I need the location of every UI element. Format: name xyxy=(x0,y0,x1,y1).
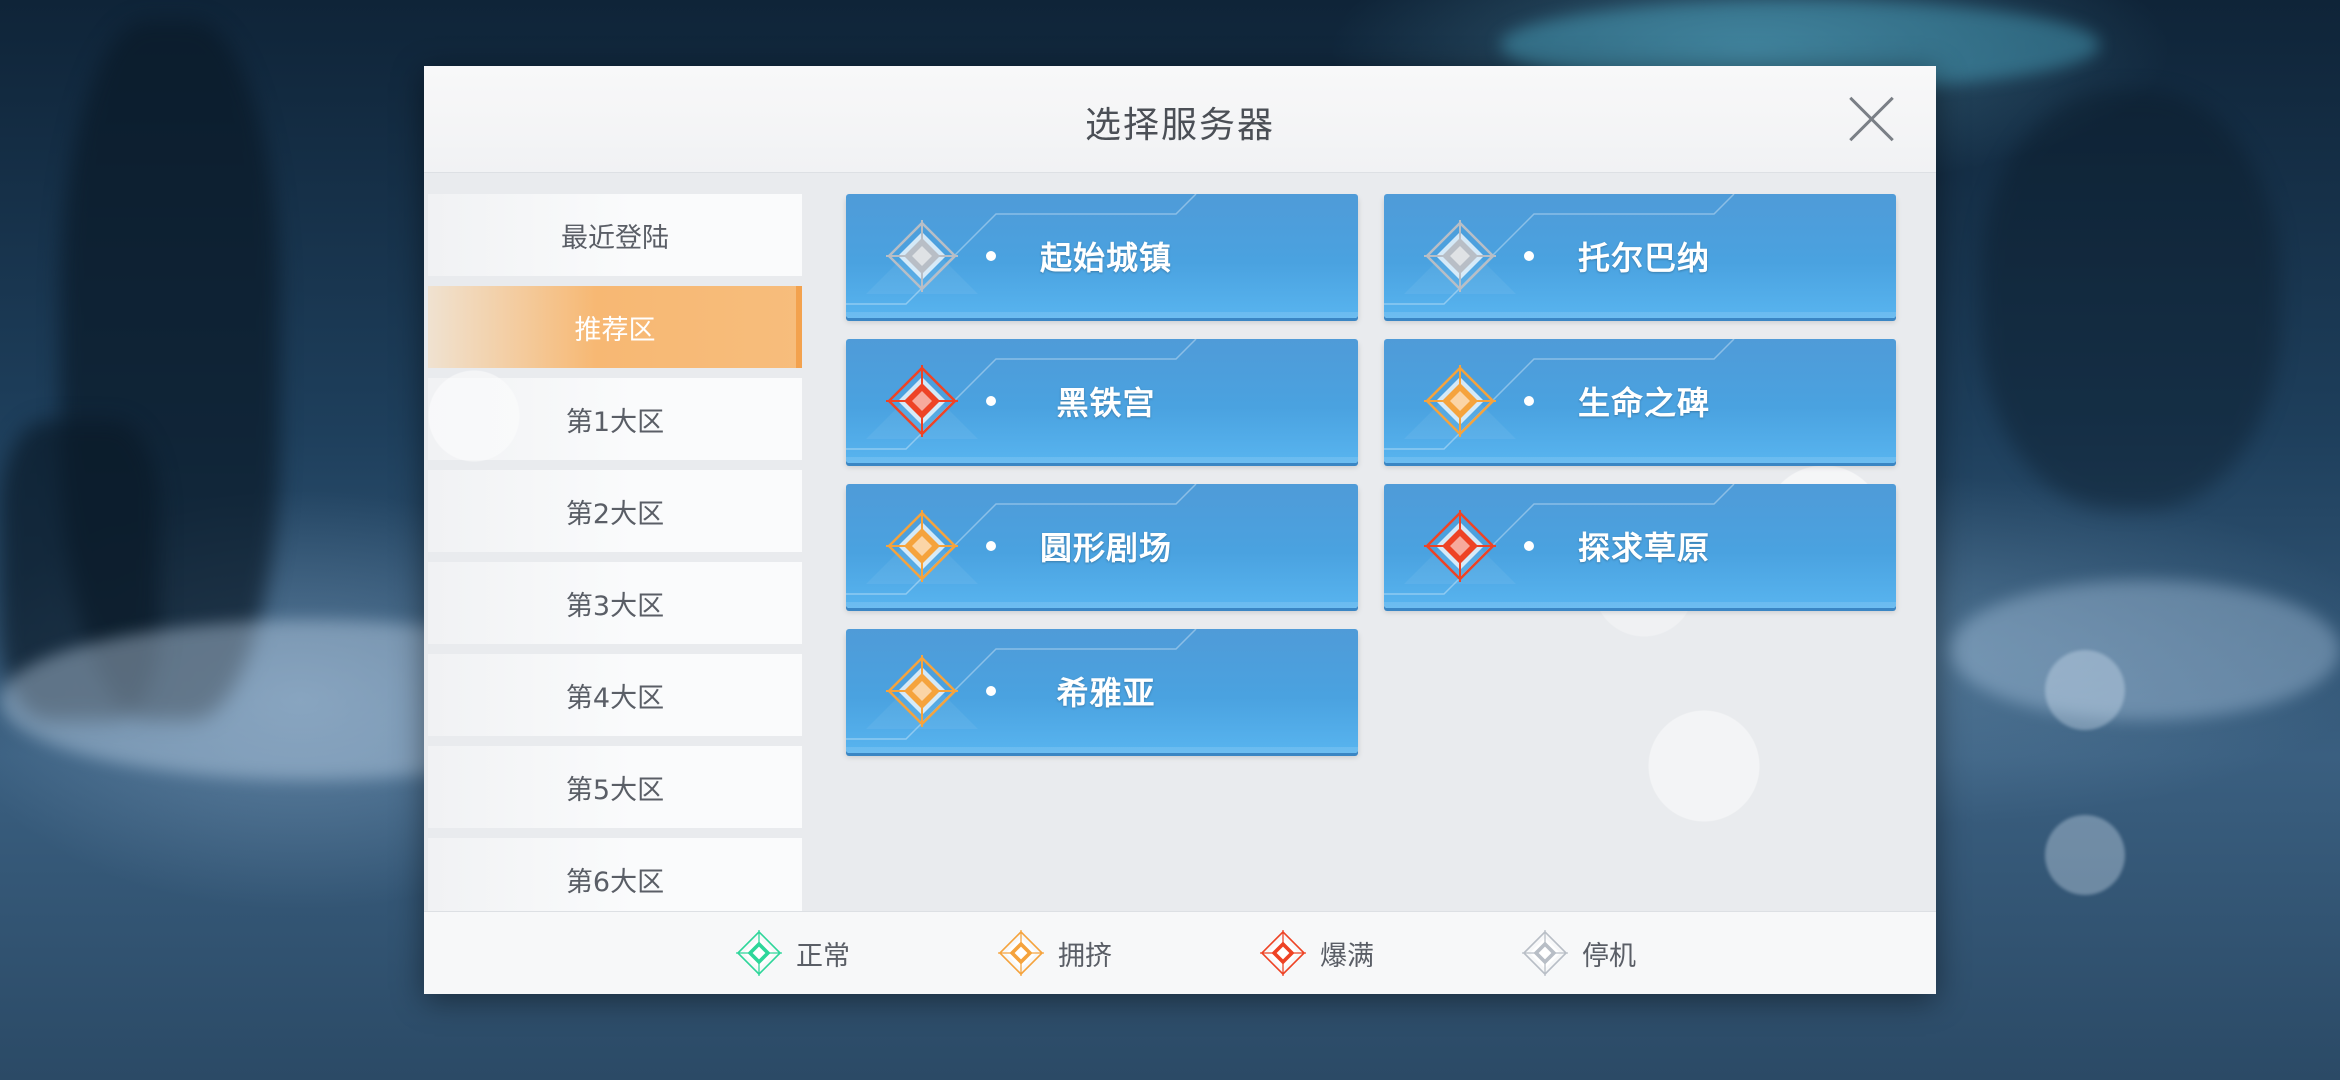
sidebar-item-recommended[interactable]: 推荐区 xyxy=(428,286,802,368)
status-diamond-icon xyxy=(1424,510,1496,582)
server-card[interactable]: 探求草原 xyxy=(1384,484,1896,608)
server-name: 托尔巴纳 xyxy=(1577,239,1710,277)
server-name: 生命之碑 xyxy=(1577,384,1710,422)
status-diamond-icon xyxy=(886,365,958,437)
status-diamond-icon xyxy=(886,220,958,292)
server-card[interactable]: 起始城镇 xyxy=(846,194,1358,318)
server-card[interactable]: 黑铁宫 xyxy=(846,339,1358,463)
sidebar-item-label: 第1大区 xyxy=(565,406,665,438)
sidebar-item-label: 第2大区 xyxy=(565,498,665,530)
status-diamond-icon xyxy=(886,655,958,727)
sidebar-item-recent[interactable]: 最近登陆 xyxy=(428,194,802,276)
server-name: 探求草原 xyxy=(1577,529,1710,567)
dialog-title: 选择服务器 xyxy=(1084,105,1275,146)
server-card[interactable]: 希雅亚 xyxy=(846,629,1358,753)
close-icon[interactable] xyxy=(1846,94,1896,144)
server-card[interactable]: 圆形剧场 xyxy=(846,484,1358,608)
sidebar-item-label: 第4大区 xyxy=(565,682,665,714)
background-side-button-2 xyxy=(2020,815,2150,905)
sidebar-item-region-2[interactable]: 第2大区 xyxy=(428,470,802,552)
sidebar-item-label: 第6大区 xyxy=(565,866,665,898)
legend-item-offline: 停机 xyxy=(1522,930,1636,976)
status-diamond-icon xyxy=(886,510,958,582)
sidebar-item-region-3[interactable]: 第3大区 xyxy=(428,562,802,644)
legend-item-normal: 正常 xyxy=(736,930,850,976)
status-diamond-icon xyxy=(1260,930,1306,976)
dialog-header: 选择服务器 xyxy=(424,66,1936,173)
sidebar-item-label: 推荐区 xyxy=(574,314,656,346)
background-side-button-1 xyxy=(2020,650,2150,740)
sidebar-item-label: 第3大区 xyxy=(565,590,665,622)
status-diamond-icon xyxy=(998,930,1044,976)
region-sidebar: 最近登陆 推荐区 第1大区 第2大区 第3大区 第4大区 第5大区 第6大区 xyxy=(428,194,802,962)
legend-item-full: 爆满 xyxy=(1260,930,1374,976)
status-diamond-icon xyxy=(1522,930,1568,976)
sidebar-item-region-6[interactable]: 第6大区 xyxy=(428,838,802,920)
legend-label: 停机 xyxy=(1582,940,1636,972)
legend-item-crowded: 拥挤 xyxy=(998,930,1112,976)
status-legend: 正常 拥挤 爆满 停机 xyxy=(424,911,1936,994)
server-select-dialog: 选择服务器 最近登陆 推荐区 第1大区 第2大区 第3大区 第4大区 第5大区 … xyxy=(424,66,1936,994)
status-diamond-icon xyxy=(1424,365,1496,437)
legend-label: 爆满 xyxy=(1320,940,1374,972)
sidebar-item-label: 最近登陆 xyxy=(561,222,669,254)
server-name: 希雅亚 xyxy=(1056,674,1156,712)
server-card[interactable]: 托尔巴纳 xyxy=(1384,194,1896,318)
server-card[interactable]: 生命之碑 xyxy=(1384,339,1896,463)
status-diamond-icon xyxy=(1424,220,1496,292)
sidebar-item-region-4[interactable]: 第4大区 xyxy=(428,654,802,736)
legend-label: 正常 xyxy=(796,940,850,972)
server-name: 黑铁宫 xyxy=(1056,384,1156,422)
legend-label: 拥挤 xyxy=(1058,940,1112,972)
status-diamond-icon xyxy=(736,930,782,976)
sidebar-item-label: 第5大区 xyxy=(565,774,665,806)
sidebar-item-region-1[interactable]: 第1大区 xyxy=(428,378,802,460)
sidebar-item-region-5[interactable]: 第5大区 xyxy=(428,746,802,828)
server-name: 起始城镇 xyxy=(1039,239,1172,277)
server-name: 圆形剧场 xyxy=(1039,529,1172,567)
